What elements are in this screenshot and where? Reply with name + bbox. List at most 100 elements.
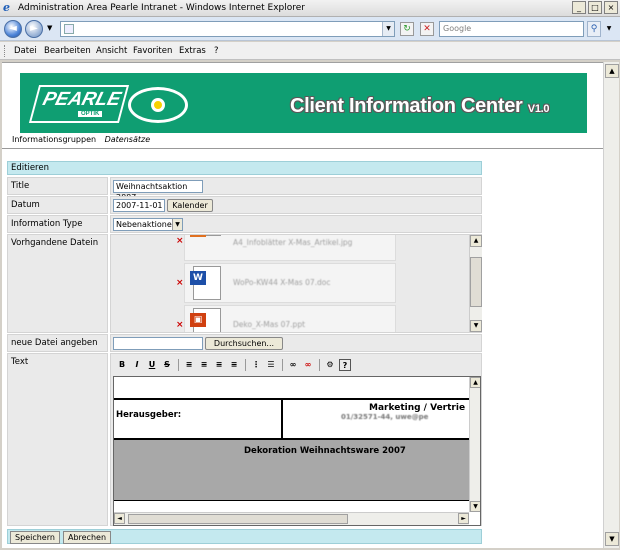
scroll-right-icon[interactable]: ► [458,513,469,524]
page-scrollbar[interactable]: ▲ ▼ [603,62,619,548]
menu-ansicht[interactable]: Ansicht [96,46,127,56]
page-icon [64,24,74,34]
scroll-down-icon[interactable]: ▼ [470,501,480,512]
browse-button[interactable]: Durchsuchen... [205,337,283,350]
scroll-up-icon[interactable]: ▲ [470,235,482,247]
editor-document: Herausgeber: Marketing / Vertrie 01/3257… [114,377,472,512]
search-icon[interactable]: ⚲ [587,21,601,37]
sub-navigation: Informationsgruppen Datensätze [12,135,156,144]
word-file-icon: W [190,266,221,300]
unordered-list-icon[interactable]: ☰ [265,359,277,371]
file-item: × ▪ A4_Infoblätter X-Mas_Artikel.jpg [176,235,396,261]
help-icon[interactable]: ? [339,359,351,371]
banner-title: Client Information Center V1.0 [290,95,550,117]
menu-favoriten[interactable]: Favoriten [133,46,172,56]
nav-informationsgruppen[interactable]: Informationsgruppen [12,135,96,144]
forward-button[interactable]: ► [25,20,43,38]
form-header: Editieren [7,161,482,175]
refresh-icon[interactable]: ↻ [400,22,414,36]
menu-datei[interactable]: Datei [14,46,37,56]
newfile-label: neue Datei angeben [7,334,108,352]
powerpoint-file-icon: ▣ [190,308,221,332]
cancel-button[interactable]: Abrechen [63,531,111,544]
underline-button[interactable]: U [146,359,158,371]
close-button[interactable]: × [604,1,618,14]
file-list-scrollbar[interactable]: ▲ ▼ [469,235,482,332]
editor-content[interactable]: Herausgeber: Marketing / Vertrie 01/3257… [113,376,481,526]
window-title: Administration Area Pearle Intranet - Wi… [18,3,305,13]
align-center-icon[interactable]: ≡ [198,359,210,371]
history-dropdown-icon[interactable]: ▼ [47,24,52,32]
eye-logo-icon [128,87,188,123]
bold-button[interactable]: B [116,359,128,371]
row-date: Datum 2007-11-01 Kalender [7,196,482,214]
stop-icon[interactable]: ✕ [420,22,434,36]
heading-cell: Dekoration Weihnachtsware 2007 [114,439,469,501]
maximize-button[interactable]: □ [588,1,602,14]
file-item: × ▣ Deko_X-Mas 07.ppt [176,305,396,332]
search-input[interactable]: Google [439,21,584,37]
scroll-left-icon[interactable]: ◄ [114,513,125,524]
menu-bearbeiten[interactable]: Bearbeiten [44,46,91,56]
minimize-button[interactable]: _ [572,1,586,14]
publisher-label: Herausgeber: [114,399,282,439]
delete-icon[interactable]: × [176,236,184,246]
divider [2,148,603,149]
align-left-icon[interactable]: ≡ [183,359,195,371]
menu-extras[interactable]: Extras [179,46,206,56]
heading-text: Dekoration Weihnachtsware 2007 [244,446,406,456]
type-select[interactable]: Nebenaktionen ▼ [113,218,183,231]
editor-hscrollbar[interactable]: ◄ ► [114,512,469,525]
date-input[interactable]: 2007-11-01 [113,199,165,212]
search-options-icon[interactable]: ▼ [603,21,615,37]
files-label: Vorhgandene Datein [7,234,108,333]
ie-logo-icon: e [3,1,10,14]
image-file-icon: ▪ [190,235,221,237]
save-button[interactable]: Speichern [10,531,60,544]
align-justify-icon[interactable]: ≡ [228,359,240,371]
strikethrough-button[interactable]: S [161,359,173,371]
link-icon[interactable]: ∞ [287,359,299,371]
file-list: × ▪ A4_Infoblätter X-Mas_Artikel.jpg × W… [111,235,483,332]
row-type: Information Type Nebenaktionen ▼ [7,215,482,233]
scroll-up-icon[interactable]: ▲ [605,64,619,78]
scroll-thumb[interactable] [470,257,482,307]
type-label: Information Type [7,215,108,233]
editor-vscrollbar[interactable]: ▲ ▼ [469,377,480,512]
address-input[interactable]: ▼ [60,21,395,37]
title-label: Title [7,177,108,195]
ordered-list-icon[interactable]: ⋮ [250,359,262,371]
publisher-value: Marketing / Vertrie 01/32571-44, uwe@pe [282,399,472,439]
file-name[interactable]: WoPo-KW44 X-Mas 07.doc [233,278,330,287]
unlink-icon[interactable]: ∞ [302,359,314,371]
chevron-down-icon: ▼ [172,219,182,230]
hscroll-thumb[interactable] [128,514,348,524]
file-path-input[interactable] [113,337,203,350]
page-viewport: PEARLE OPTIK Client Information Center V… [2,62,603,548]
scroll-up-icon[interactable]: ▲ [470,377,480,388]
delete-icon[interactable]: × [176,278,184,288]
back-button[interactable]: ◄ [4,20,22,38]
logo-text: PEARLE [28,85,130,123]
calendar-button[interactable]: Kalender [167,199,213,212]
align-right-icon[interactable]: ≡ [213,359,225,371]
row-text: Text B I U S ≡ ≡ ≡ ≡ ⋮ ☰ ∞ ∞ ⚙ ? Herausg… [7,353,482,526]
html-source-icon[interactable]: ⚙ [324,359,336,371]
file-name[interactable]: A4_Infoblätter X-Mas_Artikel.jpg [233,238,352,247]
pearle-logo: PEARLE OPTIK [28,83,188,127]
row-newfile: neue Datei angeben Durchsuchen... [7,334,482,352]
scroll-down-icon[interactable]: ▼ [605,532,619,546]
address-dropdown-icon[interactable]: ▼ [382,22,394,36]
nav-datensaetze[interactable]: Datensätze [105,135,151,144]
title-input[interactable]: Weihnachtsaktion 2007 [113,180,203,202]
file-name[interactable]: Deko_X-Mas 07.ppt [233,320,305,329]
date-label: Datum [7,196,108,214]
delete-icon[interactable]: × [176,320,184,330]
italic-button[interactable]: I [131,359,143,371]
rich-text-editor: B I U S ≡ ≡ ≡ ≡ ⋮ ☰ ∞ ∞ ⚙ ? Herausgeber:… [113,356,481,526]
menu-help[interactable]: ? [214,46,219,56]
menu-bar: Datei Bearbeiten Ansicht Favoriten Extra… [0,42,620,60]
toolbar-grip [4,45,7,57]
scroll-down-icon[interactable]: ▼ [470,320,482,332]
row-files: Vorhgandene Datein × ▪ A4_Infoblätter X-… [7,234,482,333]
